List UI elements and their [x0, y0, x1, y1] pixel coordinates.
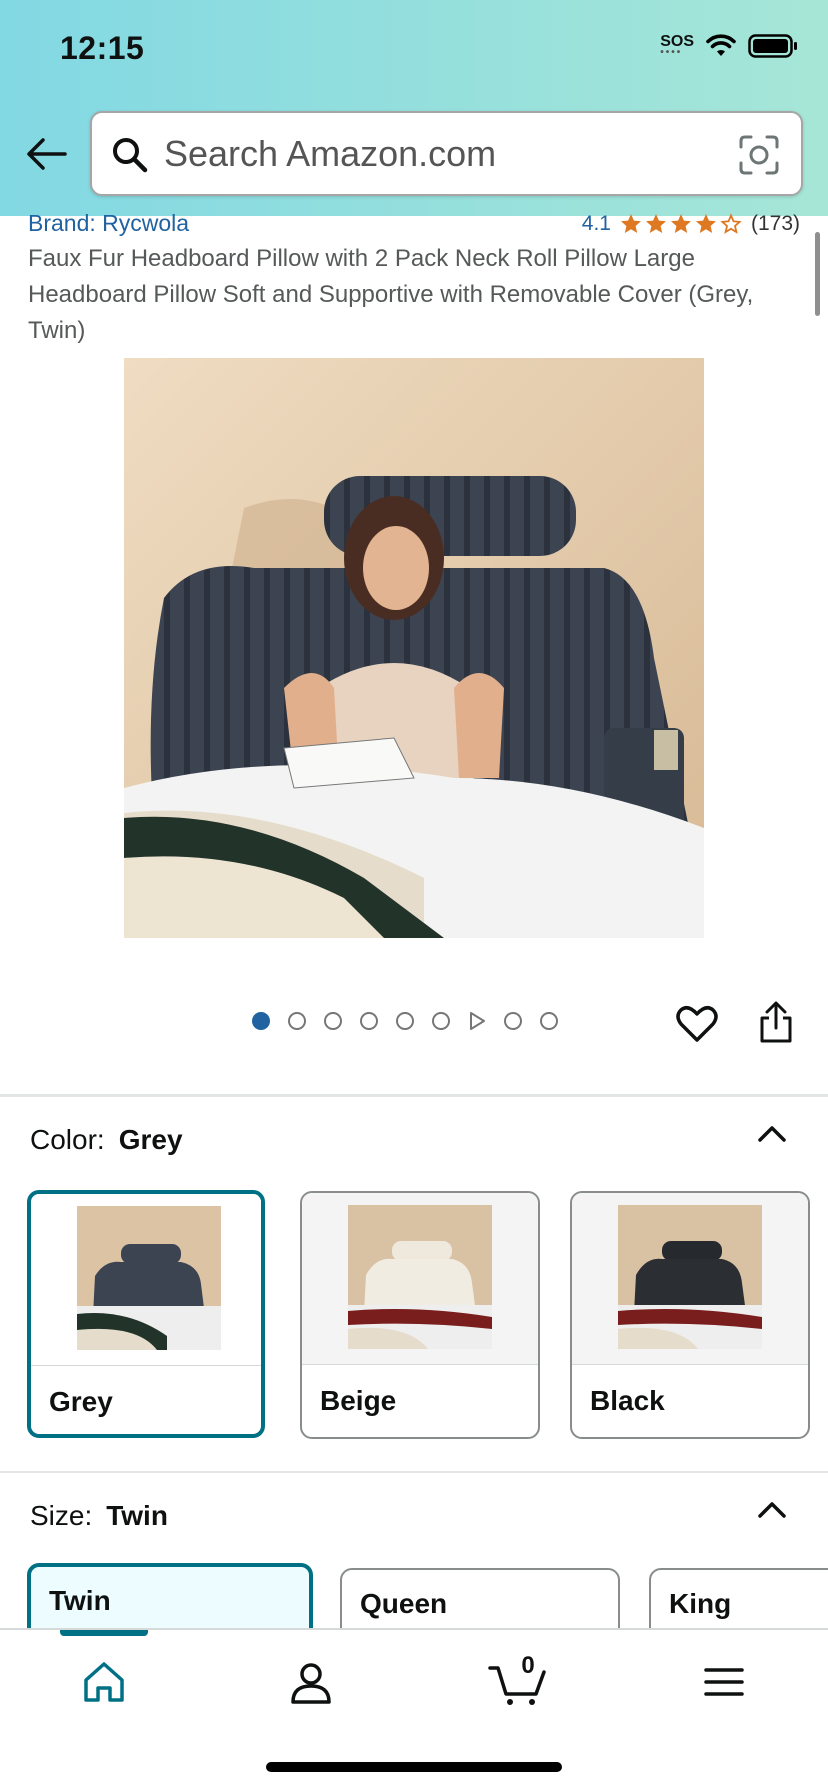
swatch-thumb-area [572, 1193, 808, 1365]
product-page: 12:15 SOS •••• Search Amazon.com Brand: … [0, 0, 828, 1792]
divider [0, 1471, 828, 1473]
search-input[interactable]: Search Amazon.com [90, 111, 803, 196]
star-empty-icon [720, 213, 742, 234]
star-full-icon [645, 214, 666, 233]
color-label: Color: [30, 1124, 105, 1155]
home-indicator[interactable] [266, 1762, 562, 1772]
color-selected-value: Grey [118, 1124, 183, 1155]
heart-icon[interactable] [675, 1002, 719, 1046]
carousel-dot[interactable] [324, 1012, 342, 1030]
chevron-up-icon[interactable] [756, 1118, 788, 1150]
size-option-label: Twin [49, 1585, 111, 1616]
home-icon[interactable] [80, 1658, 128, 1706]
size-option-label: Queen [360, 1588, 448, 1619]
star-full-icon [695, 214, 716, 233]
size-label: Size: [30, 1500, 93, 1531]
signal-dots-icon: •••• [660, 47, 683, 58]
brand-rating-row: Brand: Rycwola 4.1 (173) [28, 208, 800, 238]
star-full-icon [670, 214, 691, 233]
camera-lens-icon[interactable] [737, 133, 781, 177]
divider [0, 1094, 828, 1097]
swatch-thumb-area [31, 1194, 261, 1366]
carousel-dot[interactable] [432, 1012, 450, 1030]
swatch-label: Black [590, 1385, 665, 1416]
color-option-black[interactable]: Black [570, 1191, 810, 1439]
carousel-dot[interactable] [396, 1012, 414, 1030]
wifi-icon [706, 34, 736, 56]
swatch-thumbnail [348, 1205, 492, 1349]
swatch-thumbnail [618, 1205, 762, 1349]
scrollbar[interactable] [815, 232, 820, 316]
swatch-thumb-area [302, 1193, 538, 1365]
search-placeholder: Search Amazon.com [164, 133, 497, 174]
carousel-dot[interactable] [540, 1012, 558, 1030]
product-photo [124, 358, 704, 938]
brand-link[interactable]: Brand: Rycwola [28, 210, 189, 237]
rating-summary[interactable]: 4.1 (173) [582, 212, 800, 236]
cart-count: 0 [521, 1652, 535, 1679]
arrow-left-icon [27, 138, 67, 170]
nav-active-indicator [60, 1630, 148, 1636]
share-icon[interactable] [758, 1000, 794, 1044]
carousel-indicator[interactable] [252, 1012, 558, 1030]
carousel-dot[interactable] [288, 1012, 306, 1030]
color-section-label: Color: Grey [30, 1124, 183, 1156]
back-button[interactable] [22, 130, 70, 178]
product-title: Faux Fur Headboard Pillow with 2 Pack Ne… [28, 245, 754, 344]
product-image[interactable] [124, 358, 704, 938]
rating-count: (173) [750, 212, 800, 235]
swatch-label: Beige [320, 1385, 397, 1416]
size-section-label: Size: Twin [30, 1500, 168, 1532]
search-icon [113, 138, 148, 173]
carousel-dot[interactable] [360, 1012, 378, 1030]
status-time: 12:15 [60, 30, 145, 66]
size-selected-value: Twin [106, 1500, 168, 1531]
color-option-beige[interactable]: Beige [300, 1191, 540, 1439]
star-full-icon [620, 214, 641, 233]
swatch-thumbnail [77, 1206, 221, 1350]
account-icon[interactable] [287, 1658, 335, 1706]
menu-icon[interactable] [700, 1658, 748, 1706]
size-option-label: King [669, 1588, 732, 1619]
carousel-dot[interactable] [504, 1012, 522, 1030]
header: 12:15 SOS •••• Search Amazon.com [0, 0, 828, 216]
video-play-icon[interactable] [468, 1012, 486, 1030]
status-icons: SOS •••• [660, 34, 798, 58]
battery-icon [748, 34, 797, 58]
color-option-grey[interactable]: Grey [27, 1190, 265, 1438]
star-rating [619, 212, 743, 236]
carousel-dot[interactable] [252, 1012, 270, 1030]
sos-indicator: SOS •••• [660, 34, 694, 58]
swatch-label: Grey [49, 1386, 113, 1417]
chevron-up-icon[interactable] [756, 1494, 788, 1526]
rating-value: 4.1 [581, 212, 611, 235]
